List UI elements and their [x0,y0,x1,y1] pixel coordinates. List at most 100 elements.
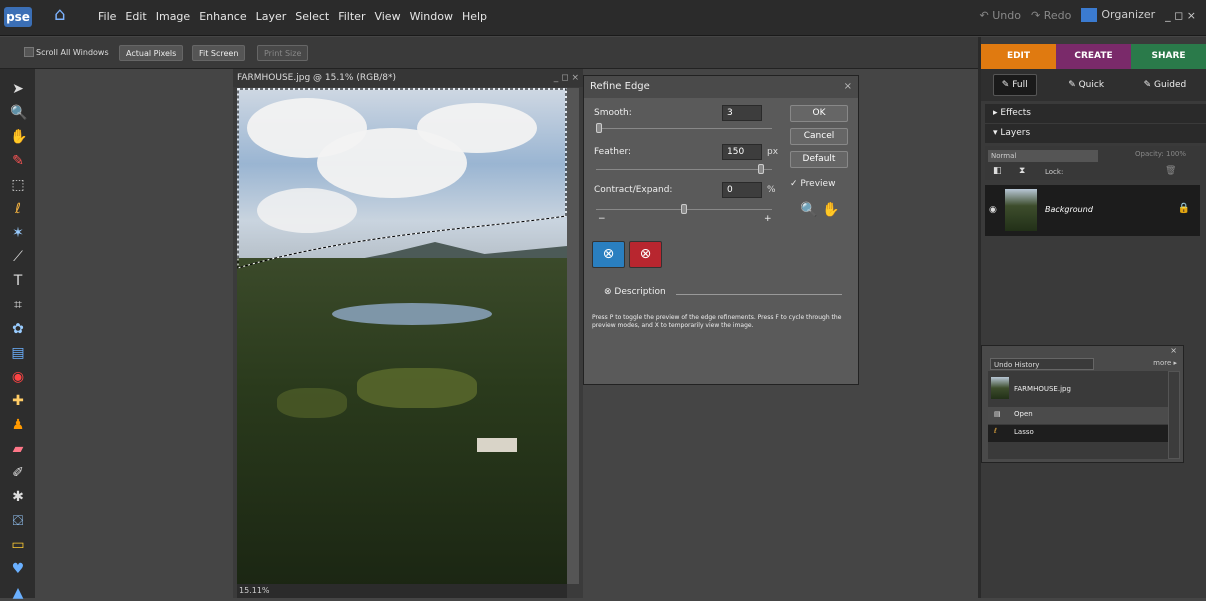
actual-pixels-button[interactable]: Actual Pixels [119,45,184,61]
list-item[interactable]: ℓ Lasso [988,425,1168,442]
paint-bucket-tool-icon[interactable]: ⛋ [10,513,26,529]
feather-input[interactable]: 150 [722,144,762,160]
print-size-button[interactable]: Print Size [257,45,309,61]
undo-button[interactable]: ↶ Undo [980,9,1021,22]
zoom-readout[interactable]: 15.11% [239,586,270,595]
trash-icon[interactable]: 🗑 [1165,166,1176,176]
smooth-slider[interactable] [596,123,772,133]
redo-button[interactable]: ↷ Redo [1031,9,1071,22]
undo-history-more[interactable]: more ▸ [1153,359,1177,367]
undo-history-close-icon[interactable]: × [1170,346,1177,355]
blur-tool-icon[interactable]: ▲ [10,585,26,601]
opacity-control[interactable]: Opacity: 100% [1135,150,1186,158]
menu-view[interactable]: View [374,10,400,23]
cookie-cutter-tool-icon[interactable]: ✿ [10,321,26,337]
ok-button[interactable]: OK [790,105,848,122]
menu-bar: pse ⌂ File Edit Image Enhance Layer Sele… [0,0,1206,36]
edit-mode-bar: ✎ Full ✎ Quick ✎ Guided [981,69,1206,101]
tab-create[interactable]: CREATE [1056,44,1131,69]
app-logo: pse [4,7,32,27]
contract-expand-slider-knob[interactable] [681,204,687,214]
brush-tool-icon[interactable]: ✐ [10,465,26,481]
preview-checkbox[interactable]: ✓ Preview [790,179,835,189]
effects-section-header[interactable]: ▸ Effects [985,104,1206,123]
default-button[interactable]: Default [790,151,848,168]
straighten-tool-icon[interactable]: ▤ [10,345,26,361]
zoom-icon[interactable]: 🔍 [800,202,817,218]
red-eye-tool-icon[interactable]: ◉ [10,369,26,385]
layer-name: Background [1045,205,1093,214]
description-toggle[interactable]: ⊗ Description [604,287,666,297]
scroll-all-checkbox[interactable] [24,47,34,57]
marquee-tool-icon[interactable]: ⬚ [10,177,26,193]
visibility-eye-icon[interactable]: ◉ [989,205,997,215]
gradient-tool-icon[interactable]: ▭ [10,537,26,553]
menu-layer[interactable]: Layer [256,10,287,23]
lasso-tool-icon[interactable]: ℓ [10,201,26,217]
smooth-input[interactable]: 3 [722,105,762,121]
fit-screen-button[interactable]: Fit Screen [192,45,246,61]
undo-history-scrollbar[interactable] [1168,371,1180,459]
options-bar: Scroll All Windows Actual Pixels Fit Scr… [0,37,978,69]
smooth-label: Smooth: [594,108,632,118]
zoom-tool-icon[interactable]: 🔍 [10,105,27,121]
feather-slider-knob[interactable] [757,164,764,174]
smooth-slider-knob[interactable] [596,123,602,133]
crop-tool-icon[interactable]: ⌗ [10,297,26,313]
minus-label: − [598,214,606,224]
organizer-button[interactable]: Organizer [1081,8,1155,22]
magic-wand-tool-icon[interactable]: ✶ [10,225,26,241]
shape-tool-icon[interactable]: ♥ [10,561,26,577]
new-layer-icon[interactable]: ◧ [993,166,1002,176]
layers-section-header[interactable]: ▾ Layers [985,124,1206,143]
blend-mode-select[interactable]: Normal [988,150,1098,162]
full-mode-button[interactable]: ✎ Full [992,74,1037,96]
mask-preview-icon[interactable]: ⊗ [629,241,662,268]
cancel-button[interactable]: Cancel [790,128,848,145]
document-vertical-scrollbar[interactable] [567,88,579,584]
selection-brush-tool-icon[interactable]: ⟋ [10,249,26,265]
eyedropper-tool-icon[interactable]: ✎ [10,153,26,169]
type-tool-icon[interactable]: T [10,273,26,289]
quick-mode-button[interactable]: ✎ Quick [1060,75,1112,95]
menu-filter[interactable]: Filter [338,10,365,23]
menu-file[interactable]: File [98,10,116,23]
tab-edit[interactable]: EDIT [981,44,1056,69]
hand-tool-icon[interactable]: ✋ [10,129,27,145]
menu-image[interactable]: Image [156,10,190,23]
healing-brush-tool-icon[interactable]: ✚ [10,393,26,409]
toolbox: ➤ 🔍 ✋ ✎ ⬚ ℓ ✶ ⟋ T ⌗ ✿ ▤ ◉ ✚ ♟ ▰ ✐ ✱ ⛋ ▭ … [0,69,35,601]
standard-preview-icon[interactable]: ⊗ [592,241,625,268]
panel-divider [978,37,981,598]
smart-brush-tool-icon[interactable]: ✱ [10,489,26,505]
list-item[interactable]: FARMHOUSE.jpg [988,373,1168,405]
layer-row-background[interactable]: ◉ Background 🔒 [985,185,1200,236]
menu-edit[interactable]: Edit [125,10,146,23]
menu-window[interactable]: Window [410,10,453,23]
tab-share[interactable]: SHARE [1131,44,1206,69]
undo-history-tab[interactable]: Undo History [990,358,1094,370]
image-canvas[interactable] [237,88,567,584]
eraser-tool-icon[interactable]: ▰ [10,441,26,457]
dialog-close-icon[interactable]: × [844,76,852,98]
dialog-title: Refine Edge [590,81,650,92]
document-title-bar[interactable]: FARMHOUSE.jpg @ 15.1% (RGB/8*) _ ◻ × [233,69,583,87]
move-tool-icon[interactable]: ➤ [10,81,26,97]
adjustment-layer-icon[interactable]: ⧗ [1019,166,1025,176]
menu-select[interactable]: Select [295,10,329,23]
clone-stamp-tool-icon[interactable]: ♟ [10,417,26,433]
guided-mode-button[interactable]: ✎ Guided [1136,75,1195,95]
document-window-controls[interactable]: _ ◻ × [554,69,579,87]
plus-label: + [764,214,772,224]
snapshot-thumbnail [991,377,1009,399]
hand-icon[interactable]: ✋ [822,202,839,218]
menu-help[interactable]: Help [462,10,487,23]
menu-enhance[interactable]: Enhance [199,10,246,23]
feather-slider[interactable] [596,164,772,174]
window-controls[interactable]: _ ◻ × [1165,9,1196,22]
home-icon[interactable]: ⌂ [54,6,72,24]
list-item[interactable]: ▤ Open [988,407,1168,424]
contract-expand-slider[interactable] [596,204,772,214]
dialog-title-bar[interactable]: Refine Edge × [584,76,858,98]
contract-expand-input[interactable]: 0 [722,182,762,198]
